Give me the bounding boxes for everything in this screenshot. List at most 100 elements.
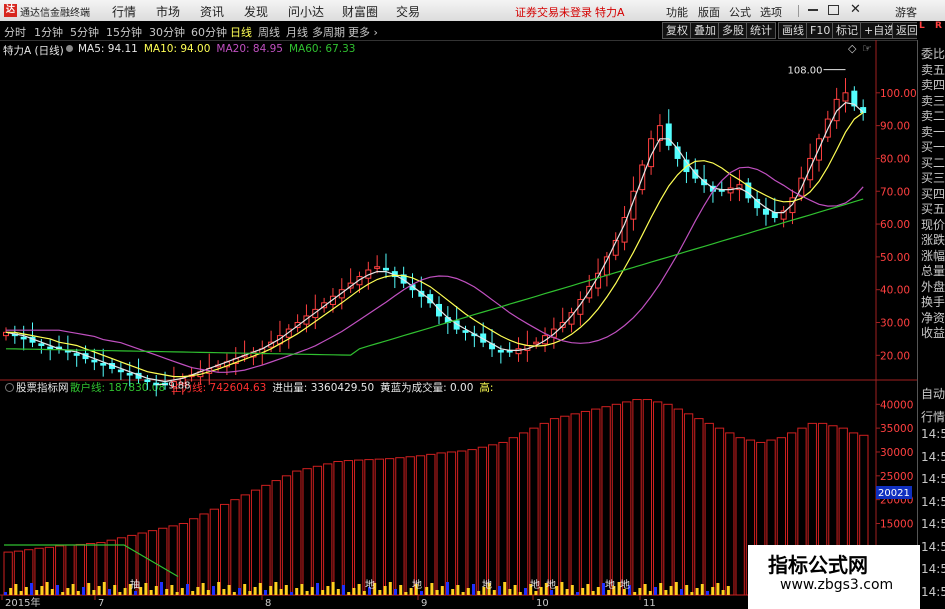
main-force-bar xyxy=(333,461,343,596)
tool-multi-stock[interactable]: 多股 xyxy=(718,22,748,39)
main-force-bar xyxy=(529,427,539,596)
volume-bar xyxy=(92,590,96,595)
period-weekly[interactable]: 周线 xyxy=(258,24,280,40)
period-15min[interactable]: 15分钟 xyxy=(106,24,142,40)
signal-mark: 抽 xyxy=(130,578,140,591)
volume-bar xyxy=(232,592,236,595)
period-daily[interactable]: 日线 xyxy=(230,24,252,40)
main-force-bar xyxy=(560,415,570,596)
main-force-bar xyxy=(683,413,694,596)
candle-body xyxy=(533,341,540,345)
volume-bar xyxy=(238,588,241,595)
volume-bar xyxy=(331,582,335,595)
price-tick-label: 40.00 xyxy=(880,285,910,297)
date-tick-label: 10 xyxy=(536,598,549,609)
main-force-bar xyxy=(735,437,745,596)
candle-body xyxy=(100,363,107,366)
minimize-icon[interactable] xyxy=(808,9,818,11)
volume-bar xyxy=(290,592,293,595)
kline-chart[interactable]: 108.009.88 抽地地地地地地地 100.0090.0080.0070.0… xyxy=(0,40,917,609)
app-logo-icon: 达 xyxy=(4,4,17,17)
main-force-bar xyxy=(168,525,178,596)
volume-bar xyxy=(570,585,574,595)
period-30min[interactable]: 30分钟 xyxy=(149,24,185,40)
volume-bar xyxy=(56,585,59,595)
volume-bar xyxy=(638,588,642,595)
period-60min[interactable]: 60分钟 xyxy=(191,24,227,40)
menu-formula[interactable]: 公式 xyxy=(729,4,751,20)
volume-bar xyxy=(222,589,226,595)
signal-mark: 地 xyxy=(620,578,630,591)
side-label-23: 14:50 xyxy=(921,472,945,486)
corner-l: L xyxy=(919,21,925,31)
volume-bar xyxy=(425,587,429,595)
volume-bar xyxy=(82,587,85,595)
side-label-24: 14:50 xyxy=(921,494,945,509)
menu-quotes[interactable]: 行情 xyxy=(112,3,136,20)
price-tick-label: 20.00 xyxy=(880,350,910,362)
watermark-title: 指标公式网 xyxy=(768,553,868,577)
login-status[interactable]: 证券交易未登录 xyxy=(515,4,592,20)
volume-bar xyxy=(24,587,28,595)
watermark-url: www.zbgs3.com xyxy=(780,577,894,593)
tool-overlay[interactable]: 叠加 xyxy=(690,22,720,39)
volume-bar xyxy=(310,587,314,595)
menu-wealth[interactable]: 财富圈 xyxy=(342,3,378,20)
menu-market[interactable]: 市场 xyxy=(156,3,180,20)
menu-news[interactable]: 资讯 xyxy=(200,3,224,20)
restore-icon[interactable] xyxy=(828,5,839,15)
side-label-19: 自动 xyxy=(921,387,945,401)
menu-function[interactable]: 功能 xyxy=(666,4,688,20)
menu-trade[interactable]: 交易 xyxy=(396,3,420,20)
period-multi[interactable]: 多周期 xyxy=(312,24,345,40)
volume-bar xyxy=(165,589,169,595)
side-label-12: 涨跌 xyxy=(921,233,945,247)
price-tick-label: 60.00 xyxy=(880,219,910,231)
volume-bar xyxy=(680,589,683,595)
menu-discover[interactable]: 发现 xyxy=(244,3,268,20)
stock-name: 特力A xyxy=(595,6,625,19)
period-more-label: 更多 xyxy=(348,26,370,39)
main-force-bar xyxy=(694,418,704,596)
main-force-bar xyxy=(498,441,508,596)
volume-bar xyxy=(383,586,387,595)
volume-bar xyxy=(160,582,163,595)
volume-bar xyxy=(9,588,13,595)
period-tick[interactable]: 分时 xyxy=(4,24,26,40)
close-icon[interactable]: ✕ xyxy=(850,2,861,17)
price-tick-label: 30.00 xyxy=(880,318,910,330)
guest-label[interactable]: 游客 xyxy=(895,4,917,20)
main-force-bar xyxy=(467,449,477,596)
main-force-bar xyxy=(220,503,230,596)
volume-bar xyxy=(227,585,231,595)
ma5-line xyxy=(5,102,864,383)
side-label-28: 14:50 xyxy=(921,584,945,599)
volume-bar xyxy=(721,590,725,595)
menu-ask[interactable]: 问小达 xyxy=(288,3,324,20)
tool-mark[interactable]: 标记 xyxy=(832,22,862,39)
menu-layout[interactable]: 版面 xyxy=(698,4,720,20)
menu-options[interactable]: 选项 xyxy=(760,4,782,20)
period-5min[interactable]: 5分钟 xyxy=(70,24,99,40)
watermark: 指标公式网 www.zbgs3.com xyxy=(748,545,920,609)
side-label-20: 行情 xyxy=(921,409,945,424)
volume-bar xyxy=(472,584,475,595)
tool-f10[interactable]: F10 xyxy=(806,22,835,39)
main-force-bar xyxy=(570,413,580,596)
volume-bar xyxy=(305,591,309,595)
side-label-16: 换手 xyxy=(921,295,945,309)
period-monthly[interactable]: 月线 xyxy=(286,24,308,40)
volume-bar xyxy=(321,590,325,595)
volume-bar xyxy=(118,592,122,595)
period-more[interactable]: 更多 › xyxy=(348,24,378,40)
main-force-bar xyxy=(323,463,333,596)
tool-adjust[interactable]: 复权 xyxy=(662,22,692,39)
period-1min[interactable]: 1分钟 xyxy=(34,24,63,40)
tool-stats[interactable]: 统计 xyxy=(746,22,776,39)
main-force-bar xyxy=(384,458,395,596)
volume-bar xyxy=(50,589,54,595)
volume-bar xyxy=(243,584,247,595)
tool-draw[interactable]: 画线 xyxy=(778,22,808,39)
side-label-8: 买三 xyxy=(921,171,945,185)
main-force-bar xyxy=(271,480,281,596)
